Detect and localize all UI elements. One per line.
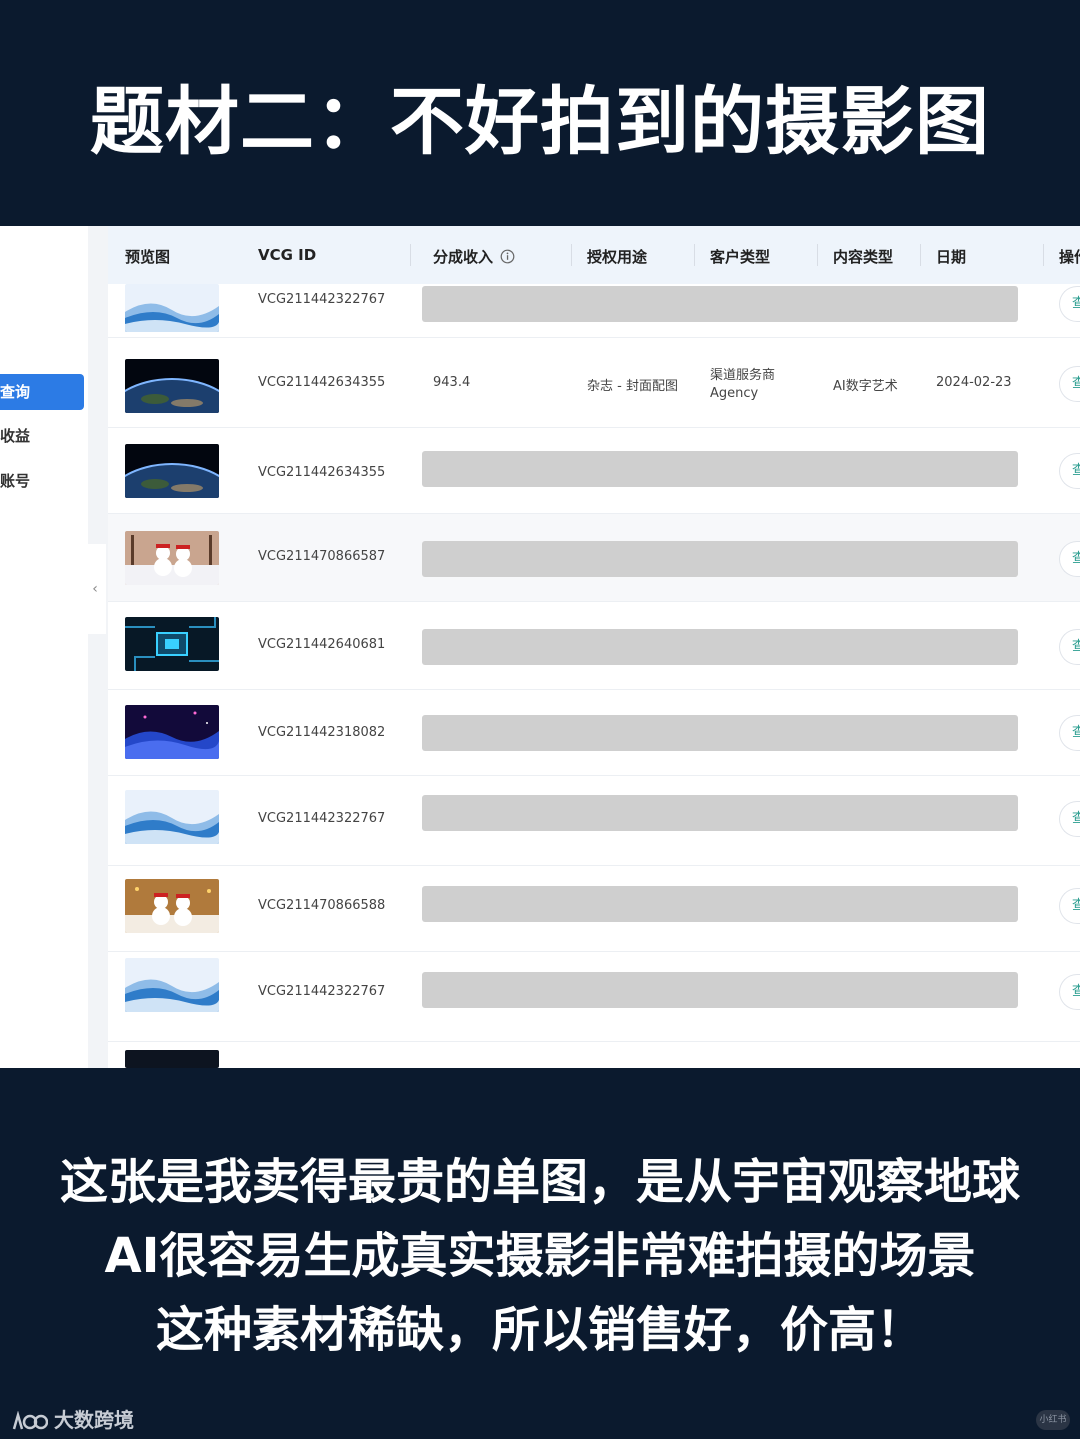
column-divider	[410, 244, 411, 266]
table-row[interactable]: VCG211442634355 查	[108, 428, 1080, 514]
column-header-vcg-id: VCG ID	[258, 246, 317, 264]
date-value: 2024-02-23	[936, 375, 1012, 390]
usage-value: 杂志 - 封面配图	[587, 379, 678, 394]
redacted-block	[422, 541, 1018, 577]
client-type-value-en: Agency	[710, 386, 759, 401]
sidebar-item-query[interactable]: 查询	[0, 374, 84, 410]
column-header-actions: 操作	[1059, 248, 1080, 266]
redacted-block	[422, 972, 1018, 1008]
watermark-text: 大数跨境	[54, 1408, 134, 1432]
view-button[interactable]: 查	[1059, 286, 1080, 322]
thumbnail-image[interactable]	[125, 444, 219, 498]
sidebar-collapse-button[interactable]: ‹	[84, 544, 106, 634]
view-button[interactable]: 查	[1059, 715, 1080, 751]
redacted-block	[422, 886, 1018, 922]
vcg-id: VCG211442318082	[258, 725, 386, 740]
sidebar-item-account[interactable]: 账号	[0, 463, 84, 499]
vcg-id: VCG211470866587	[258, 549, 386, 564]
view-button[interactable]: 查	[1059, 629, 1080, 665]
table-row[interactable]: VCG211442322767 查	[108, 284, 1080, 338]
thumbnail-image[interactable]	[125, 617, 219, 671]
thumbnail-image[interactable]	[125, 1050, 219, 1068]
redacted-block	[422, 286, 1018, 322]
thumbnail-image[interactable]	[125, 705, 219, 759]
headline: 题材二：不好拍到的摄影图	[90, 79, 990, 165]
sidebar-item-earnings[interactable]: 收益	[0, 418, 84, 454]
vcg-id: VCG211442634355	[258, 465, 386, 480]
column-header-income-label: 分成收入	[433, 248, 494, 266]
sidebar-item-label: 查询	[0, 383, 31, 401]
chevron-left-icon: ‹	[92, 581, 98, 597]
content-type-value: AI数字艺术	[833, 379, 898, 394]
redacted-block	[422, 715, 1018, 751]
table-row[interactable]: VCG211470866588 查	[108, 866, 1080, 952]
caption-line-2: AI很容易生成真实摄影非常难拍摄的场景	[104, 1228, 976, 1284]
view-button[interactable]: 查	[1059, 366, 1080, 402]
view-button[interactable]: 查	[1059, 801, 1080, 837]
table-row[interactable]	[108, 1042, 1080, 1068]
income-value: 943.4	[433, 375, 471, 390]
thumbnail-image[interactable]	[125, 531, 219, 585]
vcg-id: VCG211470866588	[258, 898, 386, 913]
table-header: 预览图 VCG ID 分成收入 授权用途 客户类型 内容类型 日期 操作	[108, 226, 1080, 284]
thumbnail-image[interactable]	[125, 284, 219, 332]
vcg-id: VCG211442640681	[258, 637, 386, 652]
top-banner: 题材二：不好拍到的摄影图	[0, 0, 1080, 226]
column-header-content-type: 内容类型	[833, 248, 894, 266]
table-row[interactable]: VCG211442322767 查	[108, 952, 1080, 1042]
column-header-date: 日期	[936, 248, 967, 266]
thumbnail-image[interactable]	[125, 879, 219, 933]
redacted-block	[422, 451, 1018, 487]
column-divider	[920, 244, 921, 266]
column-header-preview: 预览图	[125, 248, 171, 266]
table-row[interactable]: VCG211442634355 943.4 杂志 - 封面配图 渠道服务商 Ag…	[108, 338, 1080, 428]
info-icon[interactable]	[500, 249, 515, 264]
sidebar-item-label: 账号	[0, 472, 31, 490]
vcg-id: VCG211442634355	[258, 375, 386, 390]
column-divider	[1043, 244, 1044, 266]
caption-line-3: 这种素材稀缺，所以销售好，价高！	[155, 1302, 924, 1358]
sidebar: 查询 收益 账号	[0, 226, 88, 1068]
corner-watermark: 小红书	[1036, 1410, 1070, 1430]
results-table: 预览图 VCG ID 分成收入 授权用途 客户类型 内容类型 日期 操作 VCG…	[108, 226, 1080, 1068]
bigdata-logo-icon	[12, 1410, 48, 1429]
thumbnail-image[interactable]	[125, 790, 219, 844]
view-button[interactable]: 查	[1059, 453, 1080, 489]
column-header-client-type: 客户类型	[710, 248, 771, 266]
table-row[interactable]: VCG211442318082 查	[108, 690, 1080, 776]
column-header-usage: 授权用途	[587, 248, 648, 266]
thumbnail-image[interactable]	[125, 958, 219, 1012]
redacted-block	[422, 629, 1018, 665]
redacted-block	[422, 795, 1018, 831]
table-row[interactable]: VCG211442322767 查	[108, 776, 1080, 866]
caption-line-1: 这张是我卖得最贵的单图，是从宇宙观察地球	[59, 1154, 1020, 1210]
watermark: 大数跨境	[12, 1404, 134, 1433]
view-button[interactable]: 查	[1059, 974, 1080, 1010]
sidebar-item-label: 收益	[0, 427, 31, 445]
thumbnail-image[interactable]	[125, 359, 219, 413]
vcg-id: VCG211442322767	[258, 811, 386, 826]
view-button[interactable]: 查	[1059, 888, 1080, 924]
app-screenshot: 查询 收益 账号 ‹ 预览图 VCG ID 分成收入 授权用途 客户类型 内容类…	[0, 226, 1080, 1068]
vcg-id: VCG211442322767	[258, 984, 386, 999]
column-divider	[571, 244, 572, 266]
vcg-id: VCG211442322767	[258, 292, 386, 307]
column-header-income: 分成收入	[433, 246, 515, 267]
column-divider	[817, 244, 818, 266]
column-divider	[694, 244, 695, 266]
view-button[interactable]: 查	[1059, 541, 1080, 577]
table-row[interactable]: VCG211442640681 查	[108, 602, 1080, 690]
client-type-value: 渠道服务商	[710, 368, 776, 383]
table-row[interactable]: VCG211470866587 查	[108, 514, 1080, 602]
